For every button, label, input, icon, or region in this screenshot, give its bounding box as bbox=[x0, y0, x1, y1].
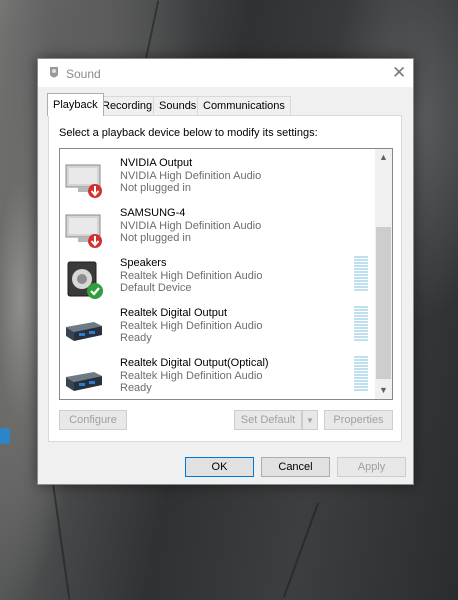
device-name: NVIDIA Output bbox=[120, 157, 193, 169]
device-name: Speakers bbox=[120, 257, 167, 269]
chevron-up-icon: ▲ bbox=[379, 152, 388, 162]
monitor-icon bbox=[65, 214, 102, 248]
playback-panel: Select a playback device below to modify… bbox=[48, 115, 402, 442]
sound-dialog: Sound ✕ Playback Recording Sounds Commun… bbox=[37, 58, 414, 485]
device-row-realtek-digital-output[interactable]: Realtek Digital Output Realtek High Defi… bbox=[60, 303, 376, 353]
default-check-icon bbox=[87, 283, 103, 299]
speaker-icon bbox=[67, 261, 103, 299]
device-status: Not plugged in bbox=[120, 182, 191, 194]
digital-output-icon bbox=[66, 372, 102, 391]
device-status: Default Device bbox=[120, 282, 192, 294]
device-row-realtek-digital-output-optical[interactable]: Realtek Digital Output(Optical) Realtek … bbox=[60, 353, 376, 399]
close-icon: ✕ bbox=[392, 63, 407, 82]
ok-button[interactable]: OK bbox=[185, 457, 254, 477]
tab-label: Sounds bbox=[159, 100, 197, 112]
tab-communications[interactable]: Communications bbox=[197, 96, 291, 115]
instruction-text: Select a playback device below to modify… bbox=[59, 127, 318, 139]
sound-app-icon bbox=[50, 67, 58, 78]
device-list[interactable]: NVIDIA Output NVIDIA High Definition Aud… bbox=[59, 148, 393, 400]
volume-meter bbox=[354, 256, 368, 294]
monitor-icon bbox=[65, 164, 102, 198]
chevron-down-icon: ▼ bbox=[379, 385, 388, 395]
device-driver: Realtek High Definition Audio bbox=[120, 270, 263, 282]
device-name: SAMSUNG-4 bbox=[120, 207, 186, 219]
device-row-samsung-4[interactable]: SAMSUNG-4 NVIDIA High Definition Audio N… bbox=[60, 203, 376, 253]
background-blue-spot bbox=[0, 428, 10, 444]
digital-output-icon bbox=[66, 322, 102, 341]
tab-label: Playback bbox=[53, 99, 98, 111]
scroll-thumb[interactable] bbox=[376, 227, 391, 379]
scroll-down-button[interactable]: ▼ bbox=[375, 382, 392, 399]
tab-recording[interactable]: Recording bbox=[96, 96, 159, 115]
device-list-scrollbar[interactable]: ▲ ▼ bbox=[375, 149, 392, 399]
volume-meter bbox=[354, 356, 368, 394]
tab-playback[interactable]: Playback bbox=[47, 93, 104, 116]
device-status: Not plugged in bbox=[120, 232, 191, 244]
device-row-nvidia-output[interactable]: NVIDIA Output NVIDIA High Definition Aud… bbox=[60, 153, 376, 203]
device-row-speakers[interactable]: Speakers Realtek High Definition Audio D… bbox=[60, 253, 376, 303]
device-driver: Realtek High Definition Audio bbox=[120, 370, 263, 382]
set-default-dropdown-button[interactable]: ▼ bbox=[302, 410, 318, 430]
window-title: Sound bbox=[66, 67, 101, 81]
tab-label: Recording bbox=[102, 100, 153, 112]
set-default-button[interactable]: Set Default bbox=[234, 410, 302, 430]
tab-sounds[interactable]: Sounds bbox=[153, 96, 203, 115]
device-status: Ready bbox=[120, 382, 152, 394]
device-name: Realtek Digital Output bbox=[120, 307, 227, 319]
apply-button[interactable]: Apply bbox=[337, 457, 406, 477]
scroll-up-button[interactable]: ▲ bbox=[375, 149, 392, 166]
title-bar: Sound ✕ bbox=[38, 59, 413, 87]
device-status: Ready bbox=[120, 332, 152, 344]
configure-button[interactable]: Configure bbox=[59, 410, 127, 430]
volume-meter bbox=[354, 306, 368, 344]
cancel-button[interactable]: Cancel bbox=[261, 457, 330, 477]
device-driver: Realtek High Definition Audio bbox=[120, 320, 263, 332]
tab-label: Communications bbox=[203, 100, 285, 112]
properties-button[interactable]: Properties bbox=[324, 410, 393, 430]
device-name: Realtek Digital Output(Optical) bbox=[120, 357, 269, 369]
chevron-down-icon: ▼ bbox=[306, 416, 314, 425]
close-button[interactable]: ✕ bbox=[385, 59, 413, 87]
device-driver: NVIDIA High Definition Audio bbox=[120, 220, 262, 232]
device-driver: NVIDIA High Definition Audio bbox=[120, 170, 262, 182]
